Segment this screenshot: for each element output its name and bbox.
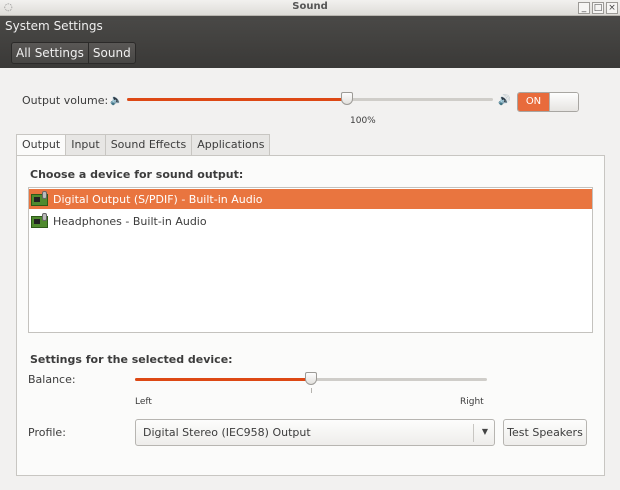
- window-titlebar: ◌ Sound _ □ ×: [0, 0, 620, 16]
- balance-fill: [135, 378, 311, 381]
- profile-label: Profile:: [28, 426, 66, 439]
- app-name: System Settings: [5, 19, 103, 33]
- toggle-on-label: ON: [518, 93, 549, 111]
- tab-sound-effects[interactable]: Sound Effects: [104, 134, 193, 155]
- toggle-handle[interactable]: [549, 93, 578, 111]
- window-title: Sound: [292, 1, 328, 12]
- profile-select[interactable]: Digital Stereo (IEC958) Output ▼: [135, 419, 495, 446]
- balance-knob[interactable]: [305, 372, 317, 385]
- profile-value: Digital Stereo (IEC958) Output: [143, 426, 311, 439]
- tab-bar: Output Input Sound Effects Applications: [16, 134, 271, 156]
- output-volume-label: Output volume:: [22, 94, 109, 107]
- tab-applications[interactable]: Applications: [191, 134, 271, 155]
- minimize-button[interactable]: _: [578, 2, 590, 14]
- close-button[interactable]: ×: [606, 2, 618, 14]
- sound-card-icon: [31, 191, 49, 207]
- sound-card-icon: [31, 213, 49, 229]
- volume-high-icon: 🔊: [498, 95, 511, 106]
- output-panel: Choose a device for sound output: Digita…: [16, 155, 605, 476]
- balance-center-tick: [311, 388, 312, 393]
- choose-device-title: Choose a device for sound output:: [30, 168, 244, 181]
- output-volume-knob[interactable]: [340, 92, 353, 105]
- device-list[interactable]: Digital Output (S/PDIF) - Built-in Audio…: [28, 187, 593, 333]
- tab-output[interactable]: Output: [16, 134, 67, 156]
- balance-right-label: Right: [460, 397, 484, 407]
- volume-percent-label: 100%: [350, 116, 376, 126]
- output-volume-fill: [127, 98, 347, 101]
- breadcrumb: All Settings Sound: [11, 42, 136, 64]
- settings-title: Settings for the selected device:: [30, 353, 233, 366]
- device-name: Headphones - Built-in Audio: [53, 214, 207, 228]
- breadcrumb-all-settings[interactable]: All Settings: [12, 43, 88, 63]
- balance-label: Balance:: [28, 373, 76, 386]
- combo-separator: [473, 424, 474, 442]
- mute-toggle[interactable]: ON: [517, 92, 579, 112]
- settings-header: System Settings All Settings Sound: [0, 16, 620, 68]
- device-row-spdif[interactable]: Digital Output (S/PDIF) - Built-in Audio: [29, 189, 592, 209]
- device-name: Digital Output (S/PDIF) - Built-in Audio: [53, 192, 263, 206]
- test-speakers-button[interactable]: Test Speakers: [503, 419, 587, 446]
- main-content: Output volume: 🔈 🔊 100% ON Output Input …: [0, 68, 620, 490]
- volume-low-icon: 🔈: [110, 95, 123, 106]
- output-volume-slider[interactable]: [127, 92, 493, 105]
- balance-left-label: Left: [135, 397, 152, 407]
- tab-input[interactable]: Input: [65, 134, 106, 155]
- balance-slider[interactable]: [135, 372, 487, 385]
- device-row-headphones[interactable]: Headphones - Built-in Audio: [29, 211, 592, 231]
- maximize-button[interactable]: □: [592, 2, 604, 14]
- chevron-down-icon: ▼: [481, 427, 488, 436]
- breadcrumb-sound[interactable]: Sound: [87, 43, 135, 63]
